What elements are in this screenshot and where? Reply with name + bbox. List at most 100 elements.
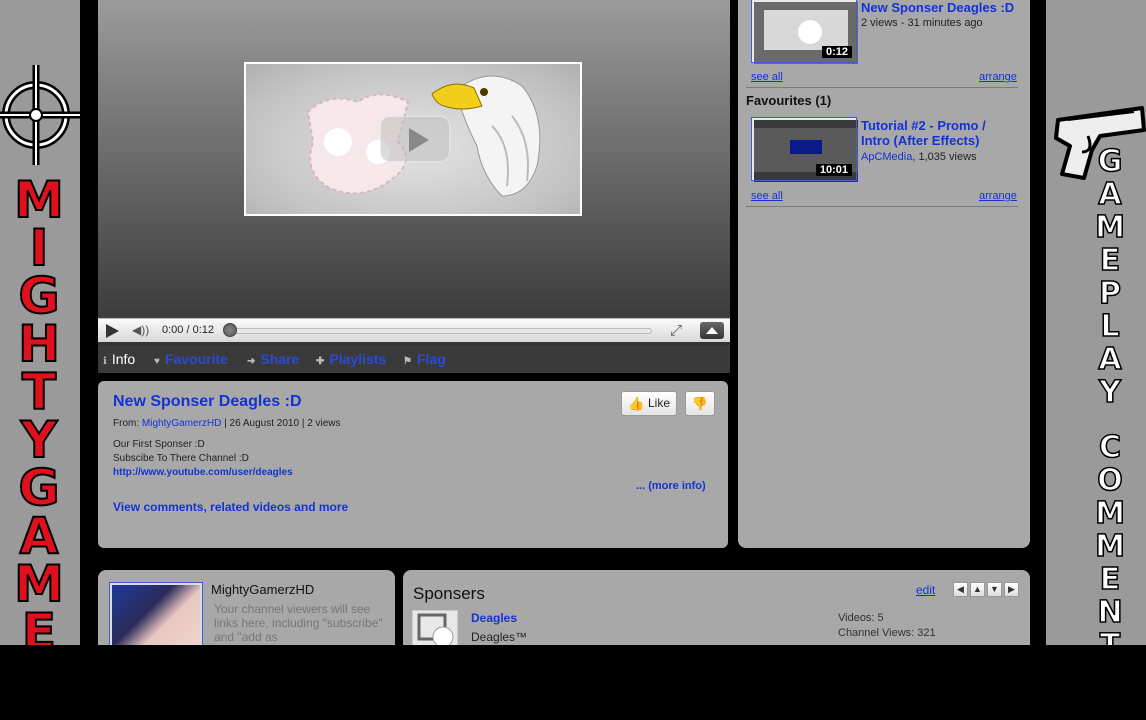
uploads-see-all[interactable]: see all: [751, 71, 783, 83]
desc-link[interactable]: http://www.youtube.com/user/deagles: [113, 466, 293, 480]
left-banner-letter: G: [17, 267, 60, 325]
channel-link[interactable]: MightyGamerzHD: [142, 418, 221, 429]
crosshair-icon: [0, 65, 80, 165]
info-icon: ℹ: [103, 356, 107, 367]
right-banner-letter: C: [1098, 430, 1122, 465]
sponser-name-link[interactable]: Deagles: [471, 611, 517, 625]
right-banner-letter: E: [1099, 243, 1121, 278]
chevron-right-icon[interactable]: ▶: [1004, 582, 1019, 597]
sponsers-edit-link[interactable]: edit: [916, 583, 935, 597]
letterbox-bar: [0, 645, 1146, 720]
duration-badge: 0:12: [821, 46, 852, 58]
desc-line: Our First Sponser :D: [113, 439, 205, 450]
favourite-channel-link[interactable]: ApCMedia: [861, 151, 912, 163]
left-banner-letter: H: [17, 315, 61, 373]
left-banner-letter: M: [13, 555, 65, 613]
left-banner-letter: G: [17, 459, 60, 517]
chevron-up-icon[interactable]: ▲: [970, 582, 985, 597]
action-bar: ℹ Info ♥ Favourite ➜ Share ✚ Playlists ⚑ Flag: [98, 345, 730, 373]
screen: MIGHTYGAMER GAMEPLAYCOMMENT: [0, 0, 1146, 645]
video-player[interactable]: [98, 0, 730, 345]
duration-badge: 10:01: [815, 164, 852, 176]
sponser-videos: Videos: 5: [838, 612, 884, 624]
play-icon[interactable]: [106, 324, 119, 338]
favourites-arrange[interactable]: arrange: [979, 190, 1017, 202]
flag-icon: ⚑: [403, 356, 412, 367]
sponser-logo-image: [417, 613, 454, 645]
sponsers-heading: Sponsers: [413, 584, 485, 603]
avatar[interactable]: [109, 582, 203, 645]
left-banner-letter: M: [13, 171, 65, 229]
chevron-left-icon[interactable]: ◀: [953, 582, 968, 597]
favourite-meta: ApCMedia, 1,035 views: [861, 151, 977, 163]
right-banner-letter: M: [1094, 210, 1125, 245]
sponser-logo[interactable]: [412, 610, 458, 645]
right-banner-letter: A: [1098, 177, 1123, 212]
right-banner-letter: M: [1094, 529, 1125, 564]
play-overlay-button[interactable]: [380, 116, 450, 162]
favourite-button[interactable]: ♥ Favourite: [154, 351, 228, 367]
video-frame: [244, 62, 582, 216]
heart-icon: ♥: [154, 356, 160, 367]
player-controls: ◀)) 0:00 / 0:12 ⤢: [98, 318, 730, 342]
plus-icon: ✚: [316, 356, 325, 367]
upload-date: | 26 August 2010: [224, 418, 300, 429]
time-display: 0:00 / 0:12: [162, 324, 214, 336]
share-button[interactable]: ➜ Share: [247, 351, 299, 367]
more-info-link[interactable]: ... (more info): [636, 480, 706, 492]
playlists-label: Playlists: [329, 351, 387, 367]
pistol-icon: [1054, 106, 1146, 180]
left-banner-letter: I: [29, 219, 50, 277]
progress-handle[interactable]: [223, 323, 237, 337]
sponser-channel-views: Channel Views: 321: [838, 627, 936, 639]
progress-track[interactable]: [226, 328, 652, 334]
favourite-views: , 1,035 views: [912, 151, 977, 163]
playlists-button[interactable]: ✚ Playlists: [316, 351, 386, 367]
left-banner: MIGHTYGAMER: [0, 0, 80, 645]
profile-name: MightyGamerzHD: [211, 582, 315, 597]
sponser-subtitle: Deagles™: [471, 630, 528, 644]
favourites-see-all[interactable]: see all: [751, 190, 783, 202]
view-count: | 2 views: [301, 418, 341, 429]
video-meta: From: MightyGamerzHD | 26 August 2010 | …: [113, 418, 341, 429]
right-banner-letter: P: [1098, 276, 1122, 311]
left-banner-letter: E: [21, 603, 57, 645]
chevron-down-icon[interactable]: ▼: [987, 582, 1002, 597]
volume-icon[interactable]: ◀)): [132, 323, 149, 337]
upload-thumbnail[interactable]: 0:12: [751, 0, 858, 64]
right-banner-letter: T: [1092, 628, 1128, 645]
upload-title[interactable]: New Sponser Deagles :D: [861, 0, 1014, 15]
left-banner-letter: T: [21, 363, 57, 421]
thumbs-up-icon: 👍: [628, 396, 645, 411]
left-banner-letter: A: [19, 507, 60, 565]
view-comments-link[interactable]: View comments, related videos and more: [113, 500, 348, 514]
sponsers-panel: Sponsers edit ◀ ▲ ▼ ▶ Deagles Deagles™ V…: [403, 570, 1030, 645]
flag-button[interactable]: ⚑ Flag: [403, 351, 446, 367]
video-description: Our First Sponser :D Subscibe To There C…: [113, 438, 293, 480]
right-banner-letter: N: [1097, 595, 1124, 630]
favourite-title[interactable]: Tutorial #2 - Promo / Intro (After Effec…: [861, 118, 1011, 148]
favourite-thumbnail[interactable]: 10:01: [751, 117, 858, 182]
divider: [746, 87, 1018, 88]
left-banner-text: MIGHTYGAMER: [10, 171, 68, 645]
right-banner-letter: L: [1100, 309, 1121, 344]
right-banner-letter: O: [1096, 463, 1123, 498]
like-label: Like: [648, 396, 671, 410]
profile-hint-text: Your channel viewers will see links here…: [214, 602, 383, 644]
right-banner-letter: M: [1094, 496, 1125, 531]
favourite-label: Favourite: [164, 351, 228, 367]
fullscreen-icon[interactable]: ⤢: [670, 322, 682, 339]
from-label: From:: [113, 418, 140, 429]
tab-info[interactable]: ℹ Info: [103, 351, 135, 367]
profile-panel: MightyGamerzHD Your channel viewers will…: [98, 570, 395, 645]
like-button[interactable]: 👍 Like: [621, 391, 677, 416]
popout-button[interactable]: [700, 322, 724, 339]
right-banner-text: GAMEPLAYCOMMENT: [1092, 144, 1128, 645]
dislike-button[interactable]: 👎: [685, 391, 715, 416]
flag-label: Flag: [416, 351, 446, 367]
uploads-arrange[interactable]: arrange: [979, 71, 1017, 83]
right-banner-letter: Y: [1098, 375, 1121, 410]
upload-meta: 2 views - 31 minutes ago: [861, 17, 983, 29]
video-title: New Sponser Deagles :D: [113, 393, 302, 410]
thumbs-down-icon: 👎: [691, 396, 709, 411]
